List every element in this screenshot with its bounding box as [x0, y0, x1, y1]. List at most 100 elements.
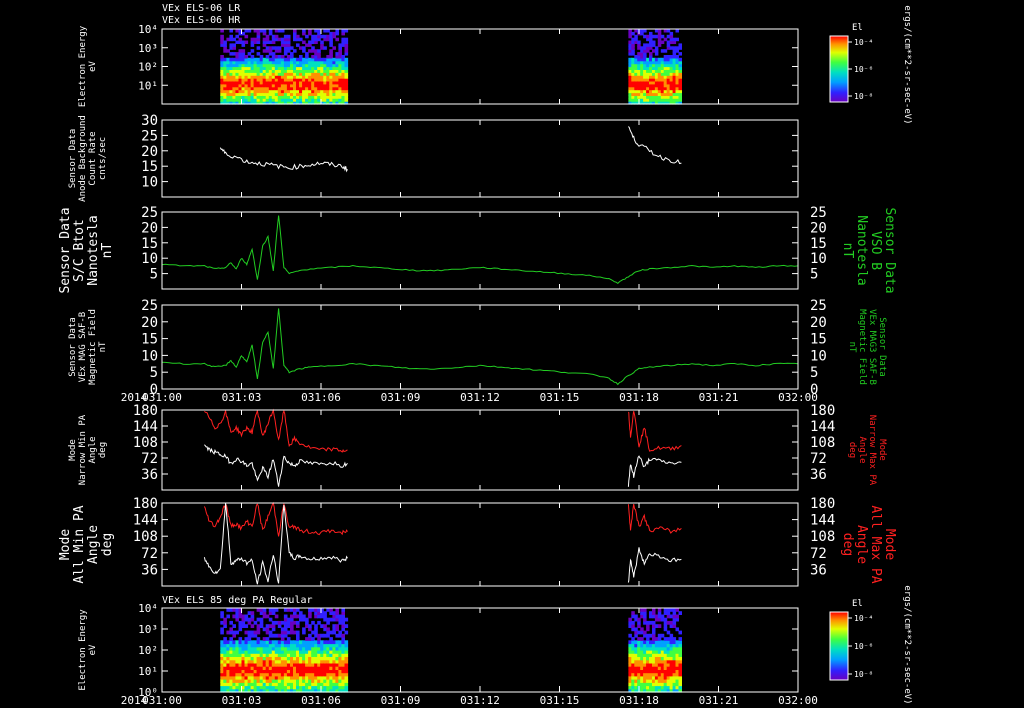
- heatmap-cell: [308, 633, 312, 638]
- heatmap-cell: [663, 679, 668, 683]
- heatmap-cell: [244, 55, 249, 59]
- heatmap-cell: [235, 52, 239, 56]
- y-axis-label-line: Angle: [86, 525, 101, 564]
- heatmap-cell: [675, 608, 679, 612]
- y-axis-label-right-line: Mode: [877, 439, 887, 461]
- x-tick-label: 031:06: [301, 694, 341, 707]
- colorbar-gradient: [829, 35, 849, 103]
- y-axis-label-line: nT: [100, 243, 115, 259]
- heatmap-cell: [637, 646, 641, 651]
- heatmap-cell: [649, 611, 653, 615]
- heatmap-cell: [235, 34, 239, 39]
- y-axis-label: Sensor DataS/C BtotNanoteslanT: [58, 207, 115, 293]
- heatmap-cell: [250, 624, 255, 628]
- x-tick-label: 031:09: [381, 391, 421, 404]
- y-axis-label-right-line: deg: [847, 442, 857, 458]
- heatmap-cell: [286, 55, 291, 59]
- heatmap-cell: [286, 630, 291, 635]
- y-tick-label: 15: [141, 159, 158, 175]
- heatmap-cell: [657, 656, 662, 661]
- heatmap-cell: [663, 637, 668, 641]
- heatmap-cell: [299, 611, 303, 615]
- heatmap-cell: [669, 633, 674, 638]
- heatmap-cell: [678, 679, 682, 683]
- heatmap-cell: [678, 637, 682, 641]
- heatmap-cell: [286, 637, 291, 641]
- y-axis-label: Sensor DataAnode BackgroundCount Ratecnt…: [68, 115, 108, 202]
- y-tick-label: 108: [133, 529, 158, 545]
- heatmap-cell: [256, 52, 261, 56]
- heatmap-cell: [344, 57, 349, 62]
- y-tick-label-right: 25: [810, 205, 827, 221]
- y-axis-label-line: Narrow Min PA: [78, 414, 88, 485]
- heatmap-cell: [262, 29, 267, 33]
- series-line: [627, 504, 682, 534]
- y-tick-label-right: 36: [810, 467, 827, 483]
- x-tick-label: 031:18: [619, 694, 659, 707]
- heatmap-cell: [678, 630, 682, 635]
- heatmap-cell: [299, 614, 303, 619]
- heatmap-cell: [299, 666, 303, 670]
- series-line: [628, 126, 682, 165]
- colorbar-2: El 10⁻⁴ 10⁻⁶ 10⁻⁸ ergs/(cm**2-sr-sec-eV): [829, 585, 912, 705]
- panel-7: 10⁴10³10²10¹10⁰Electron EnergyeV: [78, 602, 799, 699]
- heatmap-cell: [265, 679, 270, 683]
- heatmap-cell: [675, 627, 679, 632]
- heatmap-cell: [675, 656, 679, 661]
- heatmap-cell: [344, 29, 349, 33]
- heatmap-cell: [329, 617, 333, 622]
- x-tick-label: 031:12: [460, 391, 500, 404]
- y-tick-label: 36: [141, 562, 158, 578]
- heatmap-cell: [675, 46, 679, 50]
- heatmap-cell: [649, 31, 653, 36]
- heatmap-cell: [341, 666, 345, 670]
- heatmap-cell: [341, 37, 345, 42]
- y-axis-label-right: ModeAll Max PAAngledeg: [840, 505, 897, 583]
- y-axis-label-right-line: Magnetic Field: [857, 309, 867, 385]
- heatmap-cell: [341, 656, 345, 661]
- y-axis-label-line: Sensor Data: [68, 129, 78, 189]
- heatmap-cell: [308, 49, 312, 53]
- heatmap-cell: [244, 630, 249, 635]
- heatmap-cell: [675, 679, 679, 683]
- heatmap-cell: [320, 614, 324, 619]
- heatmap-cell: [244, 679, 249, 683]
- y-tick-label-right: 36: [810, 562, 827, 578]
- heatmap-cell: [244, 40, 249, 44]
- heatmap-cell: [341, 614, 345, 619]
- y-axis-label-right-line: Mode: [882, 529, 897, 560]
- heatmap-cell: [299, 640, 303, 645]
- heatmap-cell: [678, 656, 682, 661]
- x-tick-label: 031:00: [142, 391, 182, 404]
- y-tick-label-right: 144: [810, 513, 835, 529]
- y-tick-label-right: 108: [810, 529, 835, 545]
- y-tick-label: 10⁴: [138, 23, 158, 36]
- heatmap-cell: [256, 46, 261, 50]
- heatmap-cell: [663, 646, 668, 651]
- heatmap-cell: [220, 29, 224, 33]
- heatmap-cell: [274, 614, 279, 619]
- heatmap-cell: [256, 666, 261, 670]
- heatmap-cell: [341, 646, 345, 651]
- heatmap-cell: [256, 617, 261, 622]
- heatmap-cell: [265, 34, 270, 39]
- colorbar-tick-label: 10⁻⁶: [854, 642, 873, 651]
- heatmap-cell: [675, 29, 679, 33]
- heatmap-cell: [308, 29, 312, 33]
- heatmap-cell: [335, 624, 339, 628]
- heatmap-cell: [631, 679, 635, 683]
- y-axis-label-line: nT: [98, 341, 108, 352]
- heatmap-cell: [329, 666, 333, 670]
- x-tick-label: 031:03: [222, 391, 262, 404]
- heatmap-cell: [247, 29, 252, 33]
- heatmap-cell: [669, 624, 674, 628]
- heatmap-cell: [244, 637, 249, 641]
- heatmap-cell: [299, 679, 303, 683]
- heatmap-cell: [678, 52, 682, 56]
- heatmap-cell: [631, 611, 635, 615]
- y-axis-label: ModeNarrow Min PAAngledeg: [68, 414, 108, 485]
- heatmap-cell: [265, 666, 270, 670]
- y-axis-label-line: Nanotesla: [86, 215, 101, 285]
- heatmap-cell: [235, 646, 239, 651]
- heatmap-cell: [241, 49, 246, 53]
